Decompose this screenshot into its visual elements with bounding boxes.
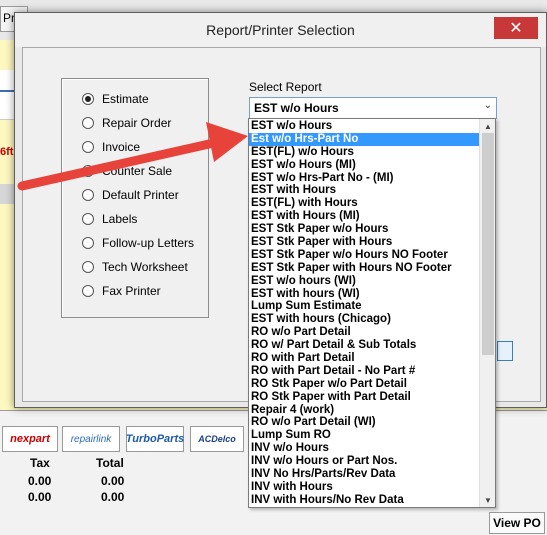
annotation-arrow-icon [17, 122, 248, 191]
